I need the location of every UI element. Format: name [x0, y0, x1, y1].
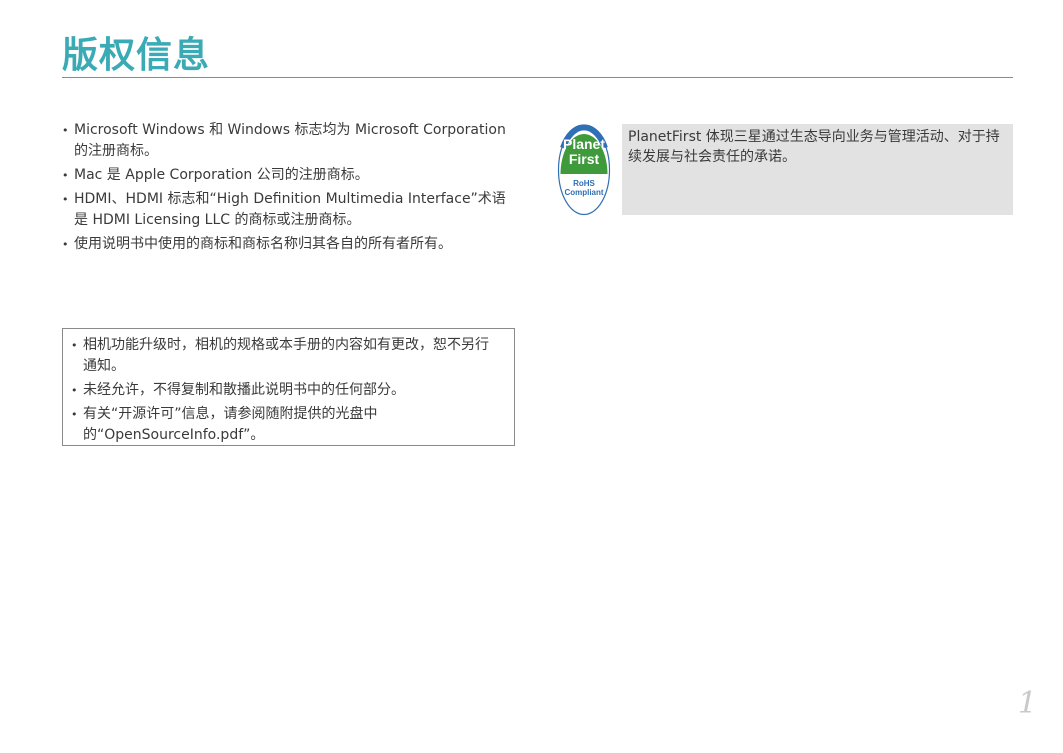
notice-box: 相机功能升级时，相机的规格或本手册的内容如有更改，恕不另行通知。 未经允许，不得…: [62, 328, 515, 446]
page-number: 1: [1017, 686, 1037, 721]
list-item: 使用说明书中使用的商标和商标名称归其各自的所有者所有。: [62, 234, 514, 255]
logo-first-text: First: [569, 151, 600, 167]
logo-rohs-text: RoHS: [573, 179, 595, 188]
planet-first-logo-icon: Planet First RoHS Compliant: [557, 124, 611, 216]
list-item: 有关“开源许可”信息，请参阅随附提供的光盘中的“OpenSourceInfo.p…: [71, 404, 500, 446]
notice-list: 相机功能升级时，相机的规格或本手册的内容如有更改，恕不另行通知。 未经允许，不得…: [63, 329, 514, 446]
planet-first-description: PlanetFirst 体现三星通过生态导向业务与管理活动、对于持续发展与社会责…: [622, 124, 1013, 215]
list-item: Mac 是 Apple Corporation 公司的注册商标。: [62, 165, 514, 186]
list-item: HDMI、HDMI 标志和“High Definition Multimedia…: [62, 189, 514, 231]
page-title: 版权信息: [62, 35, 211, 76]
title-divider: [62, 77, 1013, 78]
list-item: 未经允许，不得复制和散播此说明书中的任何部分。: [71, 380, 500, 401]
trademark-list: Microsoft Windows 和 Windows 标志均为 Microso…: [62, 120, 514, 258]
list-item: 相机功能升级时，相机的规格或本手册的内容如有更改，恕不另行通知。: [71, 335, 500, 377]
logo-planet-text: Planet: [563, 136, 605, 152]
logo-compliant-text: Compliant: [564, 188, 603, 197]
list-item: Microsoft Windows 和 Windows 标志均为 Microso…: [62, 120, 514, 162]
